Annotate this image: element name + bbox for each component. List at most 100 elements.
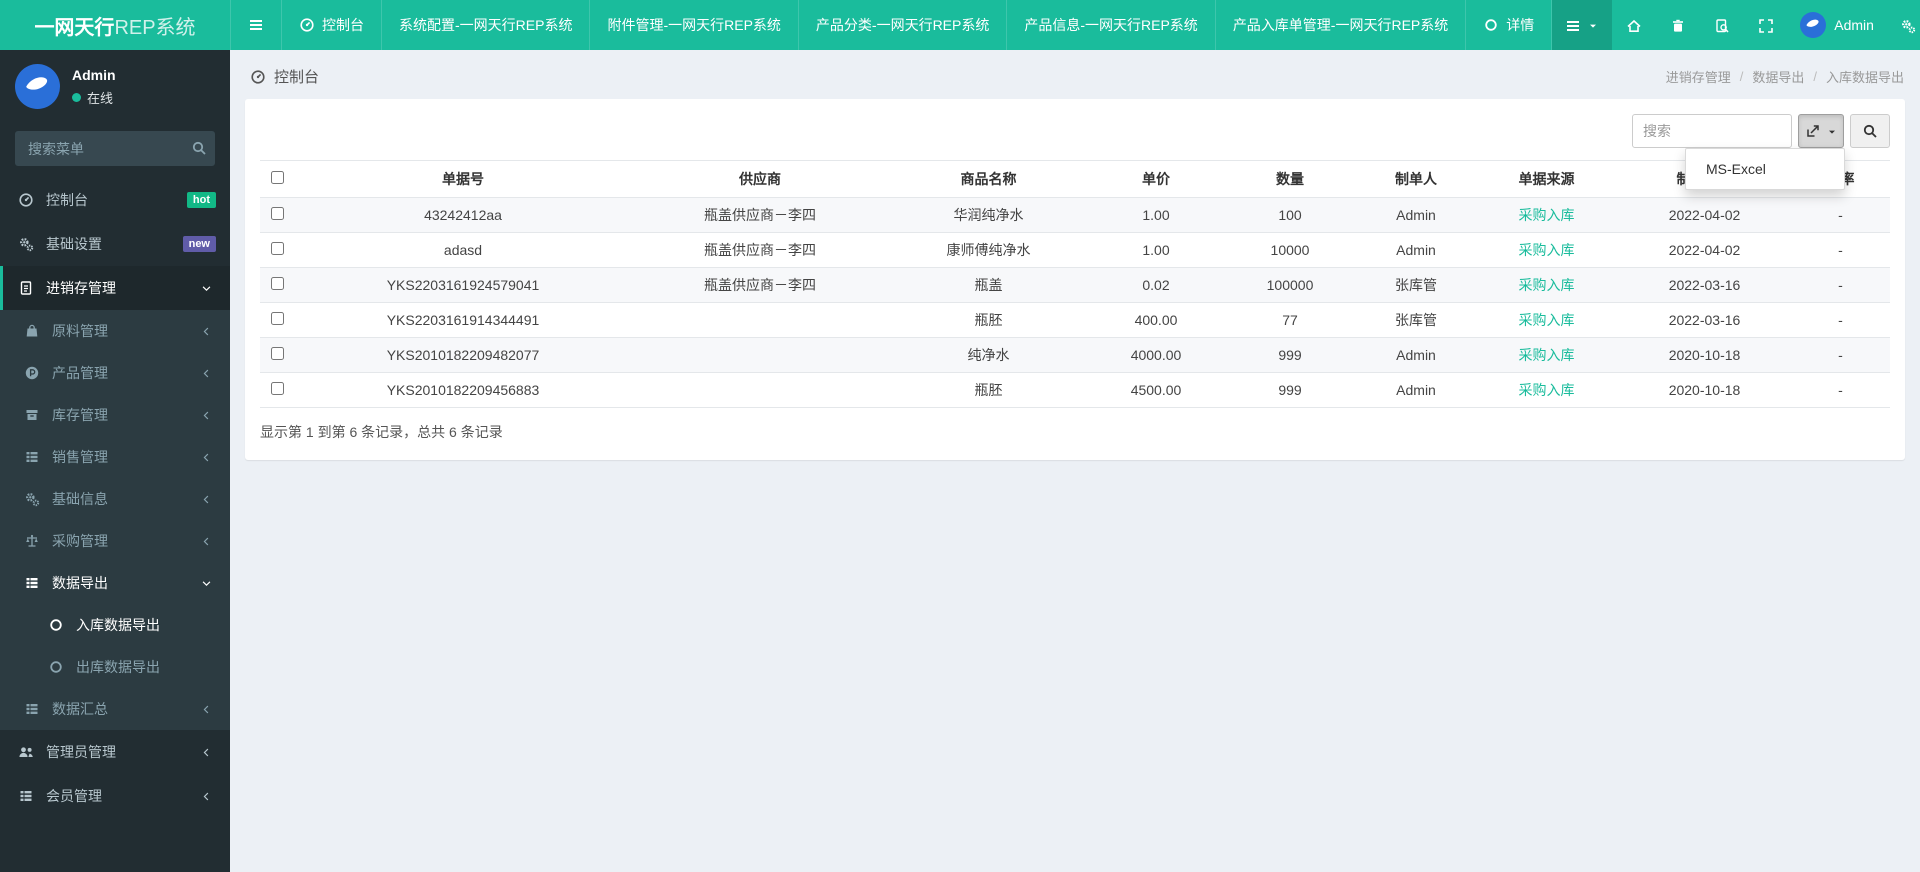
- table-search-button[interactable]: [1850, 114, 1890, 148]
- cell-供应商: 瓶盖供应商－李四: [632, 232, 888, 268]
- cell-制单人: 张库管: [1357, 302, 1475, 338]
- breadcrumb-separator: /: [1739, 69, 1744, 84]
- data-panel: 单据号供应商商品名称单价数量制单人单据来源制单时间税率 43242412aa瓶盖…: [245, 99, 1905, 460]
- sidebar-item-label: 基础信息: [52, 491, 108, 507]
- cell-供应商: [632, 372, 888, 408]
- nav-tab-5[interactable]: 产品信息-一网天行REP系统: [1007, 0, 1216, 50]
- cell-税率: -: [1791, 232, 1890, 268]
- cell-制单时间: 2020-10-18: [1618, 372, 1791, 408]
- chevron-left-icon: [196, 536, 216, 547]
- column-header-商品名称[interactable]: 商品名称: [888, 160, 1089, 198]
- cell-数量: 10000: [1223, 232, 1357, 268]
- breadcrumb-item[interactable]: 进销存管理: [1666, 67, 1731, 86]
- row-checkbox[interactable]: [270, 382, 284, 395]
- row-checkbox[interactable]: [270, 312, 284, 325]
- export-dropdown-menu: MS-Excel: [1685, 148, 1845, 190]
- row-checkbox[interactable]: [270, 207, 284, 220]
- column-header-数量[interactable]: 数量: [1223, 160, 1357, 198]
- table-search-input[interactable]: [1632, 114, 1792, 148]
- circle-o-icon: [46, 659, 66, 675]
- user-avatar[interactable]: [15, 64, 60, 109]
- sidebar-item-产品管理[interactable]: 产品管理: [0, 352, 230, 394]
- sidebar-item-label: 控制台: [46, 192, 88, 208]
- dashboard-icon: [16, 192, 36, 208]
- cell-单据来源: 采购入库: [1475, 337, 1618, 373]
- nav-tab-label: 产品入库单管理-一网天行REP系统: [1232, 17, 1449, 33]
- home-button[interactable]: [1612, 0, 1656, 50]
- sidebar-item-销售管理[interactable]: 销售管理: [0, 436, 230, 478]
- sidebar-item-出库数据导出[interactable]: 出库数据导出: [0, 646, 230, 688]
- export-icon: [1805, 123, 1821, 139]
- tabs-list-dropdown[interactable]: [1552, 0, 1613, 50]
- sidebar: Admin 在线 控制台 hot 基础设置 new 进销存管理原料管理产品管理库存管理销…: [0, 50, 230, 872]
- breadcrumb-item[interactable]: 入库数据导出: [1826, 67, 1904, 86]
- nav-tab-3[interactable]: 附件管理-一网天行REP系统: [590, 0, 799, 50]
- nav-tab-label: 详情: [1506, 17, 1535, 33]
- refresh-log-button[interactable]: [1700, 0, 1744, 50]
- table-row: YKS2203161914344491 瓶胚 400.00 77 张库管 采购入库 2022…: [260, 302, 1890, 338]
- fullscreen-button[interactable]: [1744, 0, 1788, 50]
- sidebar-item-会员管理[interactable]: 会员管理: [0, 774, 230, 818]
- cell-单据号: adasd: [294, 232, 632, 268]
- sidebar-search-input[interactable]: [15, 131, 215, 166]
- cell-数量: 100: [1223, 197, 1357, 233]
- sidebar-item-管理员管理[interactable]: 管理员管理: [0, 730, 230, 774]
- cell-税率: -: [1791, 197, 1890, 233]
- nav-tab-1[interactable]: 控制台: [282, 0, 382, 50]
- sidebar-item-数据汇总[interactable]: 数据汇总: [0, 688, 230, 730]
- column-header-单价[interactable]: 单价: [1089, 160, 1223, 198]
- sidebar-item-进销存管理[interactable]: 进销存管理: [0, 266, 230, 310]
- app-logo[interactable]: 一网天行 REP系统: [0, 0, 230, 50]
- records-summary: 显示第 1 到第 6 条记录，总共 6 条记录: [260, 424, 503, 440]
- circle-o-icon: [46, 617, 66, 633]
- export-menu-item-ms-excel[interactable]: MS-Excel: [1686, 154, 1844, 184]
- brand-light: REP系统: [114, 16, 196, 39]
- nav-tab-6[interactable]: 产品入库单管理-一网天行REP系统: [1216, 0, 1467, 50]
- sidebar-item-入库数据导出[interactable]: 入库数据导出: [0, 604, 230, 646]
- select-all-checkbox[interactable]: [270, 171, 284, 184]
- row-checkbox[interactable]: [270, 242, 284, 255]
- trash-button[interactable]: [1656, 0, 1700, 50]
- user-menu[interactable]: Admin: [1788, 0, 1886, 50]
- sidebar-item-采购管理[interactable]: 采购管理: [0, 520, 230, 562]
- nav-tab-2[interactable]: 系统配置-一网天行REP系统: [382, 0, 591, 50]
- chevron-left-icon: [196, 452, 216, 463]
- sidebar-item-数据导出[interactable]: 数据导出: [0, 562, 230, 604]
- row-select-cell: [260, 337, 294, 373]
- caret-down-icon: [1587, 17, 1599, 33]
- chevron-left-icon: [196, 494, 216, 505]
- settings-button[interactable]: [1886, 0, 1920, 50]
- export-button[interactable]: [1798, 114, 1844, 148]
- sidebar-item-控制台[interactable]: 控制台 hot: [0, 178, 230, 222]
- sidebar-item-label: 基础设置: [46, 236, 102, 252]
- bars-icon: [248, 17, 264, 33]
- row-checkbox[interactable]: [270, 347, 284, 360]
- nav-tab-4[interactable]: 产品分类-一网天行REP系统: [799, 0, 1008, 50]
- nav-tab-label: 附件管理-一网天行REP系统: [607, 17, 781, 33]
- cell-单据号: YKS2010182209456883: [294, 372, 632, 408]
- cell-单价: 400.00: [1089, 302, 1223, 338]
- column-header-制单人[interactable]: 制单人: [1357, 160, 1475, 198]
- column-header-单据来源[interactable]: 单据来源: [1475, 160, 1618, 198]
- nav-tab-7[interactable]: 详情: [1466, 0, 1553, 50]
- badge-new: new: [182, 235, 216, 253]
- sidebar-item-原料管理[interactable]: 原料管理: [0, 310, 230, 352]
- row-select-cell: [260, 197, 294, 233]
- column-header-供应商[interactable]: 供应商: [632, 160, 888, 198]
- column-header-单据号[interactable]: 单据号: [294, 160, 632, 198]
- sidebar-item-基础设置[interactable]: 基础设置 new: [0, 222, 230, 266]
- row-checkbox[interactable]: [270, 277, 284, 290]
- search-icon[interactable]: [191, 139, 207, 156]
- sidebar-user-panel: Admin 在线: [0, 50, 230, 123]
- sidebar-item-库存管理[interactable]: 库存管理: [0, 394, 230, 436]
- cell-单价: 1.00: [1089, 232, 1223, 268]
- cell-单据来源: 采购入库: [1475, 232, 1618, 268]
- main-content: 控制台 进销存管理 / 数据导出 / 入库数据导出 单据号供应商商品名称单价数量制单人单…: [230, 50, 1920, 872]
- cell-制单人: Admin: [1357, 337, 1475, 373]
- sidebar-item-基础信息[interactable]: 基础信息: [0, 478, 230, 520]
- sidebar-toggle-button[interactable]: [230, 0, 282, 50]
- content-header: 控制台 进销存管理 / 数据导出 / 入库数据导出: [230, 50, 1920, 97]
- breadcrumb-item[interactable]: 数据导出: [1752, 67, 1804, 86]
- user-name: Admin: [72, 66, 116, 83]
- cell-单据来源: 采购入库: [1475, 267, 1618, 303]
